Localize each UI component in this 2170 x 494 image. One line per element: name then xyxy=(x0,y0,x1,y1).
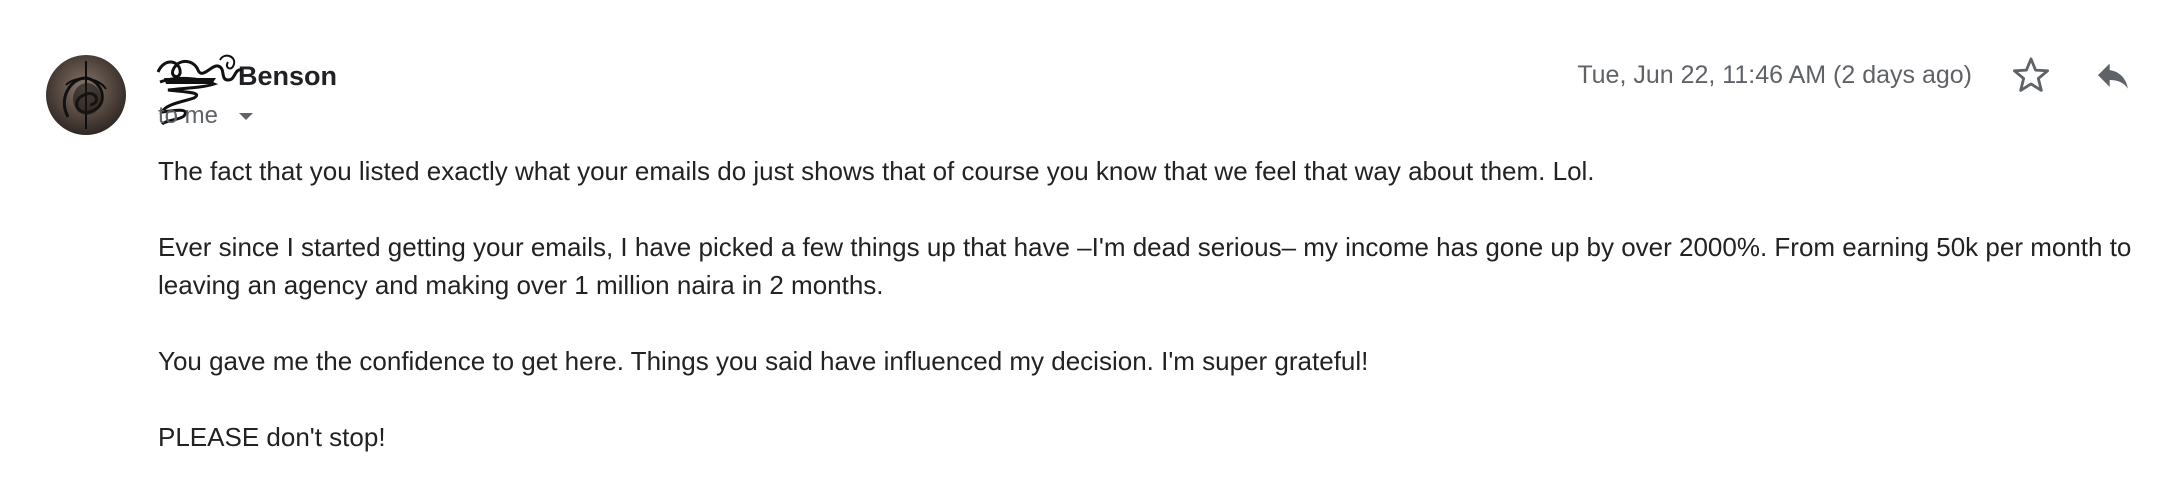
recipient-details-toggle[interactable]: to me xyxy=(158,100,255,132)
avatar-scribble-icon xyxy=(62,61,107,129)
reply-icon xyxy=(2098,63,2128,89)
body-paragraph: You gave me the confidence to get here. … xyxy=(158,346,1369,376)
message-body: The fact that you listed exactly what yo… xyxy=(158,152,2138,494)
reply-button[interactable] xyxy=(2092,56,2134,96)
recipient-label: to me xyxy=(158,102,219,129)
message-date: Tue, Jun 22, 11:46 AM (2 days ago) xyxy=(1577,61,1972,89)
chevron-down-icon[interactable] xyxy=(237,111,255,123)
body-paragraph: Ever since I started getting your emails… xyxy=(158,232,2132,300)
body-paragraph: PLEASE don't stop! xyxy=(158,422,386,452)
star-button[interactable] xyxy=(2010,54,2052,96)
star-icon xyxy=(2012,57,2050,92)
sender-surname: Benson xyxy=(238,61,338,91)
sender-avatar[interactable] xyxy=(46,55,126,135)
body-paragraph: The fact that you listed exactly what yo… xyxy=(158,156,1595,186)
